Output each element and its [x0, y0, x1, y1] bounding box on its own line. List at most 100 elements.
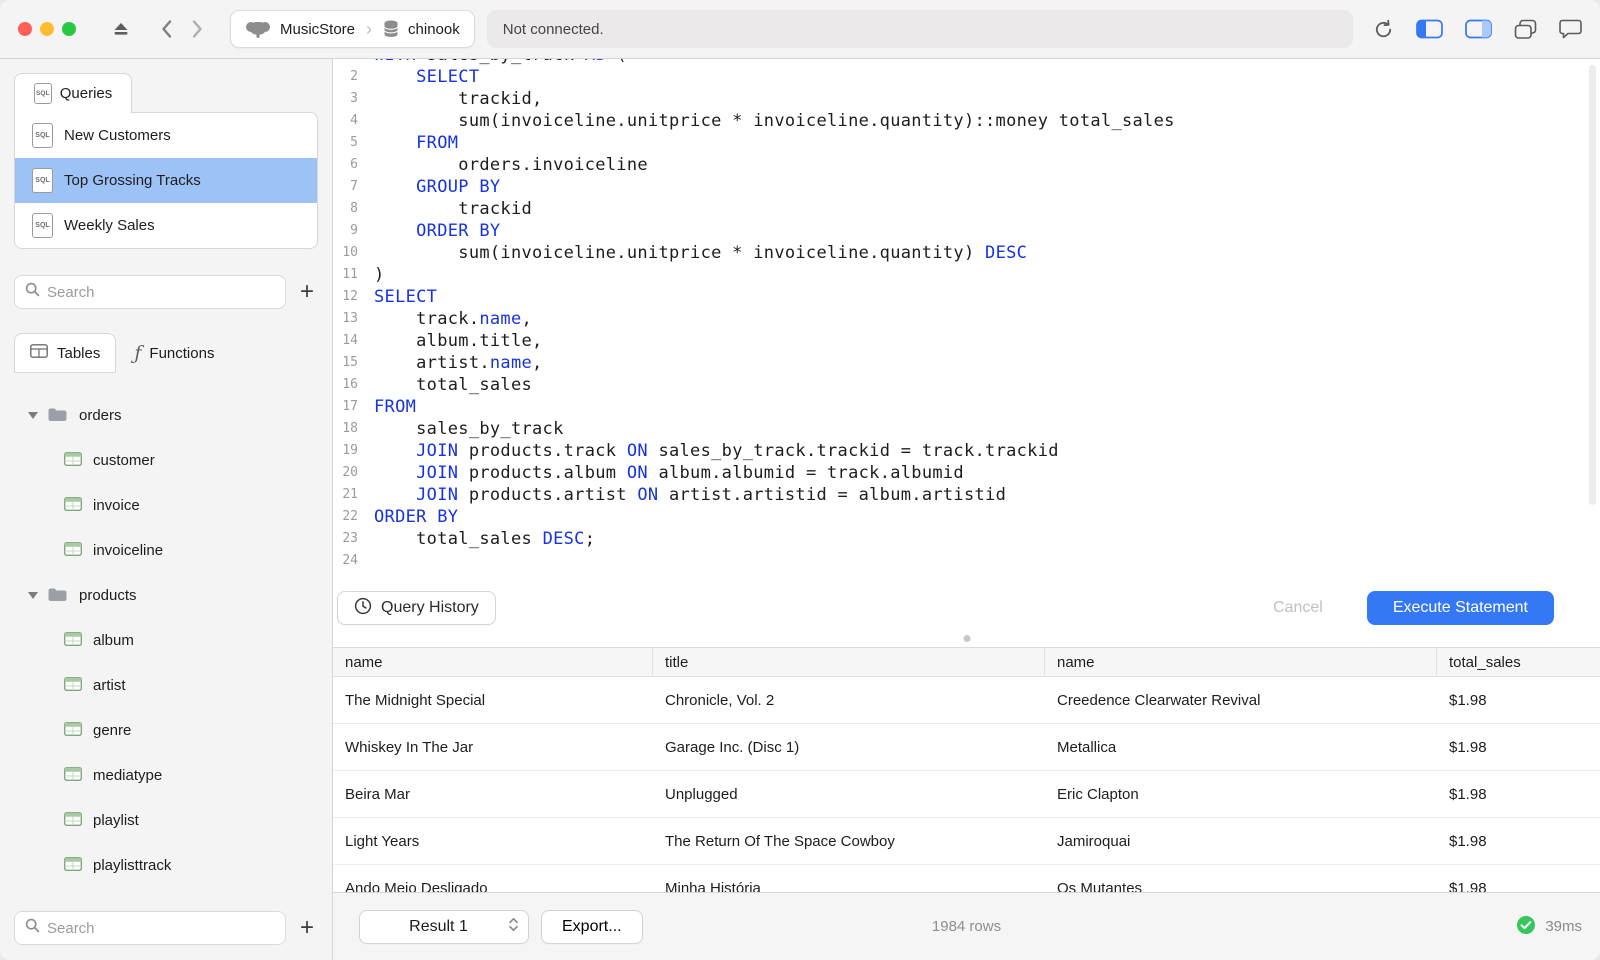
- tree-table-invoice[interactable]: invoice: [0, 483, 332, 528]
- table-cell: The Midnight Special: [345, 691, 486, 709]
- tree-item-label: album: [93, 632, 134, 649]
- query-item-new-customers[interactable]: SQL New Customers: [15, 113, 317, 158]
- windows-icon[interactable]: [1514, 19, 1537, 40]
- tree-table-playlisttrack[interactable]: playlisttrack: [0, 843, 332, 888]
- toggle-left-sidebar-icon[interactable]: [1416, 19, 1443, 39]
- table-search-placeholder: Search: [47, 919, 95, 937]
- back-button[interactable]: [160, 19, 173, 39]
- code-line[interactable]: 3 trackid,: [333, 88, 1586, 110]
- code-line[interactable]: 1WITH sales_by_track AS (: [333, 59, 1586, 66]
- line-number: 3: [350, 91, 358, 106]
- splitter-handle[interactable]: [963, 635, 970, 642]
- table-search-input[interactable]: Search: [14, 911, 286, 945]
- code-line[interactable]: 22 ORDER BY: [333, 506, 1586, 528]
- tree-table-album[interactable]: album: [0, 618, 332, 663]
- chevron-down-icon[interactable]: [28, 412, 38, 419]
- cancel-button[interactable]: Cancel: [1247, 591, 1349, 625]
- query-history-label: Query History: [381, 599, 479, 616]
- toggle-right-sidebar-icon[interactable]: [1465, 19, 1492, 39]
- tree-table-playlist[interactable]: playlist: [0, 798, 332, 843]
- column-header-name-0[interactable]: name: [333, 648, 653, 676]
- code-line[interactable]: 24: [333, 550, 1586, 572]
- close-window-button[interactable]: [18, 22, 32, 36]
- connection-status-text: Not connected.: [502, 20, 604, 38]
- tab-queries[interactable]: SQL Queries: [14, 73, 132, 113]
- column-header-title-1[interactable]: title: [653, 648, 1045, 676]
- breadcrumb-server[interactable]: MusicStore: [280, 21, 355, 38]
- tree-folder-products[interactable]: products: [0, 573, 332, 618]
- code-line[interactable]: 16 total_sales: [333, 374, 1586, 396]
- sidebar: SQL Queries SQL New Customers SQL Top Gross…: [0, 59, 333, 960]
- zoom-window-button[interactable]: [62, 22, 76, 36]
- chevron-down-icon[interactable]: [28, 592, 38, 599]
- breadcrumb-database[interactable]: chinook: [408, 21, 460, 38]
- code-line[interactable]: 12 SELECT: [333, 286, 1586, 308]
- code-line[interactable]: 23 total_sales DESC;: [333, 528, 1586, 550]
- tree-table-genre[interactable]: genre: [0, 708, 332, 753]
- code-line[interactable]: 18 sales_by_track: [333, 418, 1586, 440]
- table-icon: [63, 766, 83, 785]
- tree-folder-orders[interactable]: orders: [0, 393, 332, 438]
- code-line[interactable]: 10 sum(invoiceline.unitprice * invoiceli…: [333, 242, 1586, 264]
- editor-scrollbar[interactable]: [1589, 65, 1596, 505]
- add-table-button[interactable]: +: [296, 916, 318, 940]
- tree-item-label: invoice: [93, 497, 140, 514]
- code-line[interactable]: 19 JOIN products.track ON sales_by_track…: [333, 440, 1586, 462]
- tree-table-mediatype[interactable]: mediatype: [0, 753, 332, 798]
- code-line[interactable]: 11): [333, 264, 1586, 286]
- table-icon: [63, 496, 83, 515]
- table-row[interactable]: Beira Mar Unplugged Eric Clapton $1.98: [333, 771, 1600, 818]
- refresh-icon[interactable]: [1373, 19, 1394, 40]
- chat-bubble-icon[interactable]: [1559, 19, 1582, 39]
- minimize-window-button[interactable]: [40, 22, 54, 36]
- line-number: 17: [342, 399, 358, 414]
- sql-editor[interactable]: 1WITH sales_by_track AS (2 SELECT3 track…: [333, 59, 1600, 585]
- table-icon: [63, 451, 83, 470]
- main-area: 1WITH sales_by_track AS (2 SELECT3 track…: [333, 59, 1600, 960]
- table-row[interactable]: Light Years The Return Of The Space Cowbo…: [333, 818, 1600, 865]
- tree-table-customer[interactable]: customer: [0, 438, 332, 483]
- tree-table-artist[interactable]: artist: [0, 663, 332, 708]
- tab-tables[interactable]: Tables: [14, 333, 117, 373]
- column-header-total_sales-3[interactable]: total_sales: [1437, 648, 1600, 676]
- results-splitter[interactable]: [333, 631, 1600, 647]
- code-line[interactable]: 17 FROM: [333, 396, 1586, 418]
- code-line[interactable]: 14 album.title,: [333, 330, 1586, 352]
- table-row[interactable]: Ando Meio Desligado Minha História Os Muta…: [333, 865, 1600, 893]
- execute-statement-button[interactable]: Execute Statement: [1366, 591, 1554, 625]
- code-line[interactable]: 20 JOIN products.album ON album.albumid …: [333, 462, 1586, 484]
- code-line[interactable]: 9 ORDER BY: [333, 220, 1586, 242]
- code-line[interactable]: 8 trackid: [333, 198, 1586, 220]
- database-icon: [383, 20, 399, 38]
- code-line[interactable]: 13 track.name,: [333, 308, 1586, 330]
- code-line[interactable]: 6 orders.invoiceline: [333, 154, 1586, 176]
- line-number: 24: [342, 553, 358, 568]
- export-button[interactable]: Export...: [541, 909, 643, 944]
- tree-table-invoiceline[interactable]: invoiceline: [0, 528, 332, 573]
- table-row[interactable]: The Midnight Special Chronicle, Vol. 2 Cre…: [333, 677, 1600, 724]
- query-search-input[interactable]: Search: [14, 275, 286, 309]
- forward-button[interactable]: [191, 19, 204, 39]
- code-line[interactable]: 4 sum(invoiceline.unitprice * invoicelin…: [333, 110, 1586, 132]
- code-line[interactable]: 15 artist.name,: [333, 352, 1586, 374]
- code-line[interactable]: 7 GROUP BY: [333, 176, 1586, 198]
- query-history-button[interactable]: Query History: [337, 591, 496, 625]
- disconnect-eject-icon[interactable]: [112, 21, 130, 37]
- tree-item-label: playlist: [93, 812, 139, 829]
- query-item-weekly-sales[interactable]: SQL Weekly Sales: [15, 203, 317, 248]
- table-cell: Jamiroquai: [1057, 832, 1131, 850]
- code-line[interactable]: 2 SELECT: [333, 66, 1586, 88]
- code-line[interactable]: 21 JOIN products.artist ON artist.artist…: [333, 484, 1586, 506]
- up-down-chevrons-icon: [508, 916, 519, 938]
- tab-functions[interactable]: ƒ Functions: [116, 333, 232, 373]
- table-cell: Garage Inc. (Disc 1): [665, 738, 800, 756]
- add-query-button[interactable]: +: [296, 280, 318, 304]
- result-selector[interactable]: Result 1: [359, 909, 529, 944]
- table-row[interactable]: Whiskey In The Jar Garage Inc. (Disc 1) Me…: [333, 724, 1600, 771]
- column-header-name-2[interactable]: name: [1045, 648, 1437, 676]
- query-item-top-grossing-tracks[interactable]: SQL Top Grossing Tracks: [15, 158, 317, 203]
- query-search-placeholder: Search: [47, 283, 95, 301]
- code-line[interactable]: 5 FROM: [333, 132, 1586, 154]
- table-icon: [63, 856, 83, 875]
- folder-icon: [47, 586, 68, 606]
